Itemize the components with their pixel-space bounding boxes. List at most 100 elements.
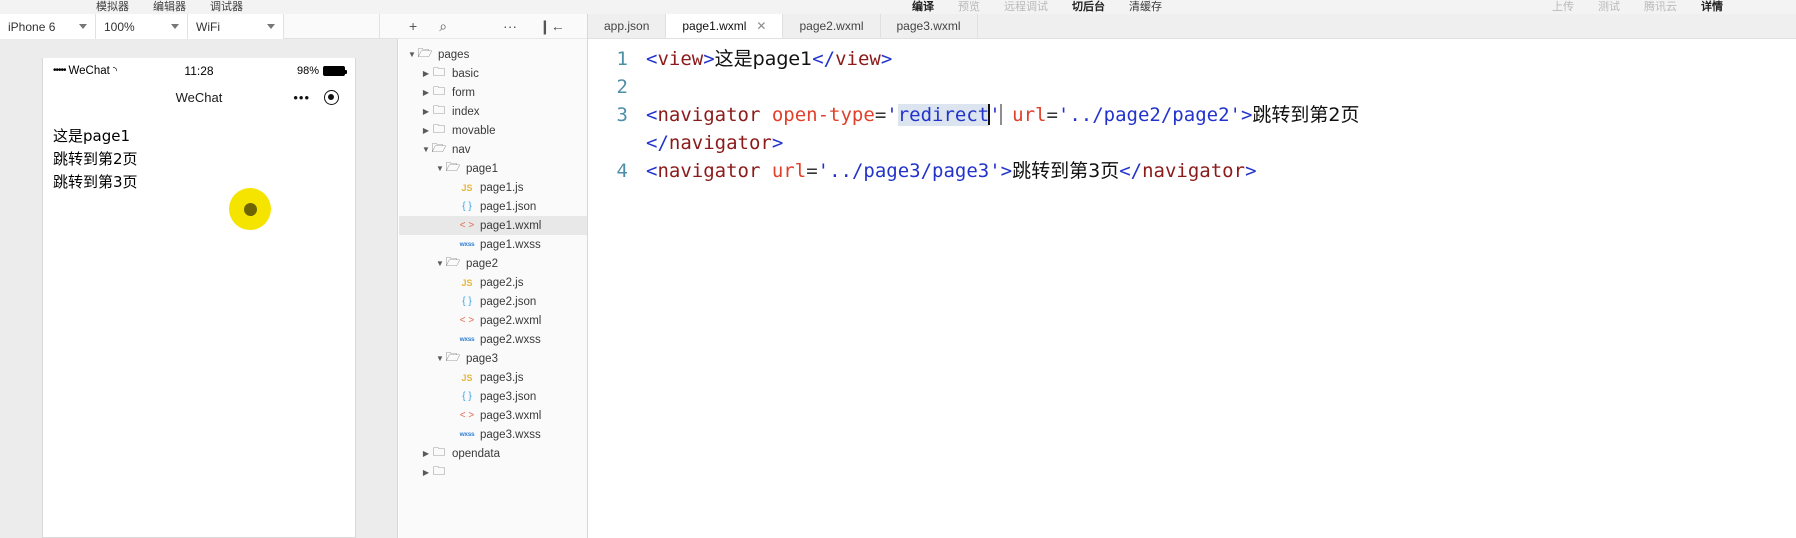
debug-float-ball[interactable]: [229, 188, 271, 230]
tree-item-label: page2.wxss: [480, 333, 541, 346]
tree-item-page1-json[interactable]: ·{ } page1.json: [399, 197, 587, 216]
chevron-down-icon: [267, 24, 275, 29]
tree-item-page1[interactable]: ▼ 🗁 page1: [399, 159, 587, 178]
topbar-item-details[interactable]: 详情: [1689, 0, 1735, 14]
chevron-right-icon[interactable]: ▶: [421, 468, 431, 477]
topbar-item-editor[interactable]: 编辑器: [141, 0, 198, 14]
code-line: 4 <navigator url='../page3/page3'>跳转到第3页…: [588, 157, 1796, 185]
topbar-item-debugger[interactable]: 调试器: [198, 0, 255, 14]
tree-item-opendata[interactable]: ▶ 🗀 opendata: [399, 444, 587, 463]
topbar-item-preview[interactable]: 预览: [946, 0, 992, 14]
tree-item-page3-wxss[interactable]: ·wxss page3.wxss: [399, 425, 587, 444]
chevron-right-icon[interactable]: ▶: [421, 107, 431, 116]
topbar-item-simulator[interactable]: 模拟器: [84, 0, 141, 14]
chevron-down-icon[interactable]: ▼: [407, 50, 417, 59]
topbar-item-tencent-cloud[interactable]: 腾讯云: [1632, 0, 1689, 14]
chevron-down-icon[interactable]: ▼: [421, 145, 431, 154]
tree-item-page1-js[interactable]: ·JS page1.js: [399, 178, 587, 197]
more-icon[interactable]: ···: [503, 19, 517, 33]
spacer: ·: [449, 392, 459, 401]
code-editor[interactable]: 1 <view>这是page1</view> 2 3 <navigator op…: [588, 39, 1796, 538]
spacer: ·: [449, 430, 459, 439]
folder-open-icon: 🗁: [431, 141, 447, 155]
js-icon: JS: [461, 182, 473, 193]
topbar-item-test[interactable]: 测试: [1586, 0, 1632, 14]
tree-item-movable[interactable]: ▶ 🗀 movable: [399, 121, 587, 140]
chevron-right-icon[interactable]: ▶: [421, 126, 431, 135]
json-icon: { }: [462, 201, 472, 212]
device-select[interactable]: iPhone 6: [0, 14, 96, 39]
tree-item-label: page2: [466, 257, 498, 270]
tree-item-page2-json[interactable]: ·{ } page2.json: [399, 292, 587, 311]
code-line: 1 <view>这是page1</view>: [588, 45, 1796, 73]
spacer: ·: [449, 411, 459, 420]
tree-item-label: page2.json: [480, 295, 537, 308]
tree-item-label: page3.wxml: [480, 409, 542, 422]
wxss-icon: wxss: [459, 241, 475, 248]
topbar-item-compile[interactable]: 编译: [900, 0, 946, 14]
topbar-item-clear-cache[interactable]: 清缓存: [1117, 0, 1174, 14]
zoom-select-value: 100%: [104, 19, 135, 34]
capsule-buttons[interactable]: •••: [293, 89, 339, 105]
editor-tab-page3-wxml[interactable]: page3.wxml: [880, 14, 978, 38]
file-tree-pane: + ⌕ ··· ❙← ▼ 🗁 pages ▶ 🗀 basic ▶ 🗀 form ▶ 🗀 index ▶ 🗀…: [399, 14, 588, 538]
spacer: ·: [449, 373, 459, 382]
line-number: 2: [616, 76, 628, 98]
topbar-right-group: 上传 测试 腾讯云 详情: [1540, 0, 1735, 14]
tree-item-nav[interactable]: ▼ 🗁 nav: [399, 140, 587, 159]
editor-tab-page1-wxml[interactable]: page1.wxml ✕: [666, 14, 784, 38]
editor-tab-app-json[interactable]: app.json: [588, 14, 667, 38]
tree-item-page1-wxss[interactable]: ·wxss page1.wxss: [399, 235, 587, 254]
tree-item-page1-wxml[interactable]: ·< > page1.wxml: [399, 216, 587, 235]
editor-tab-page2-wxml[interactable]: page2.wxml: [783, 14, 881, 38]
wxml-icon: < >: [459, 410, 475, 421]
js-icon: JS: [461, 372, 473, 383]
tree-item-page3-js[interactable]: ·JS page3.js: [399, 368, 587, 387]
spacer: ·: [449, 202, 459, 211]
tree-item-page2-js[interactable]: ·JS page2.js: [399, 273, 587, 292]
tree-item-form[interactable]: ▶ 🗀 form: [399, 83, 587, 102]
chevron-right-icon[interactable]: ▶: [421, 88, 431, 97]
tree-item[interactable]: ▶ 🗀: [399, 463, 587, 482]
tree-item-label: page2.js: [480, 276, 524, 289]
tree-item-page2[interactable]: ▼ 🗁 page2: [399, 254, 587, 273]
close-icon[interactable]: ✕: [756, 19, 766, 33]
tree-item-label: page1.js: [480, 181, 524, 194]
navigator-link-page2[interactable]: 跳转到第2页: [53, 148, 355, 171]
collapse-panel-icon[interactable]: ❙←: [539, 19, 565, 33]
navigator-link-page3[interactable]: 跳转到第3页: [53, 171, 355, 194]
spacer: ·: [449, 297, 459, 306]
zoom-select[interactable]: 100%: [96, 14, 188, 39]
device-select-value: iPhone 6: [8, 19, 56, 34]
chevron-down-icon: [171, 24, 179, 29]
add-icon[interactable]: +: [409, 19, 417, 33]
tree-item-page2-wxml[interactable]: ·< > page2.wxml: [399, 311, 587, 330]
more-icon[interactable]: •••: [293, 90, 310, 105]
tree-item-basic[interactable]: ▶ 🗀 basic: [399, 64, 587, 83]
search-icon[interactable]: ⌕: [439, 19, 447, 33]
secondary-cursor: [999, 104, 1002, 125]
editor-pane: app.json page1.wxml ✕ page2.wxml page3.wxml …: [588, 14, 1796, 538]
topbar-item-remote-debug[interactable]: 远程调试: [992, 0, 1060, 14]
chevron-down-icon[interactable]: ▼: [435, 164, 445, 173]
tree-item-page2-wxss[interactable]: ·wxss page2.wxss: [399, 330, 587, 349]
spacer: ·: [449, 221, 459, 230]
network-select[interactable]: WiFi: [188, 14, 284, 39]
line-number: 4: [616, 160, 628, 182]
chevron-right-icon[interactable]: ▶: [421, 69, 431, 78]
topbar-item-background[interactable]: 切后台: [1060, 0, 1117, 14]
editor-tab-label: app.json: [604, 19, 650, 33]
tree-item-page3[interactable]: ▼ 🗁 page3: [399, 349, 587, 368]
chevron-down-icon[interactable]: ▼: [435, 259, 445, 268]
spacer: ·: [449, 183, 459, 192]
tree-item-index[interactable]: ▶ 🗀 index: [399, 102, 587, 121]
target-icon[interactable]: [324, 89, 339, 105]
tree-item-page3-json[interactable]: ·{ } page3.json: [399, 387, 587, 406]
line-number: 3: [616, 104, 628, 126]
chevron-right-icon[interactable]: ▶: [421, 449, 431, 458]
topbar-item-upload[interactable]: 上传: [1540, 0, 1586, 14]
tree-item-page3-wxml[interactable]: ·< > page3.wxml: [399, 406, 587, 425]
tree-item-pages[interactable]: ▼ 🗁 pages: [399, 45, 587, 64]
chevron-down-icon[interactable]: ▼: [435, 354, 445, 363]
status-right: 98%: [240, 65, 347, 77]
